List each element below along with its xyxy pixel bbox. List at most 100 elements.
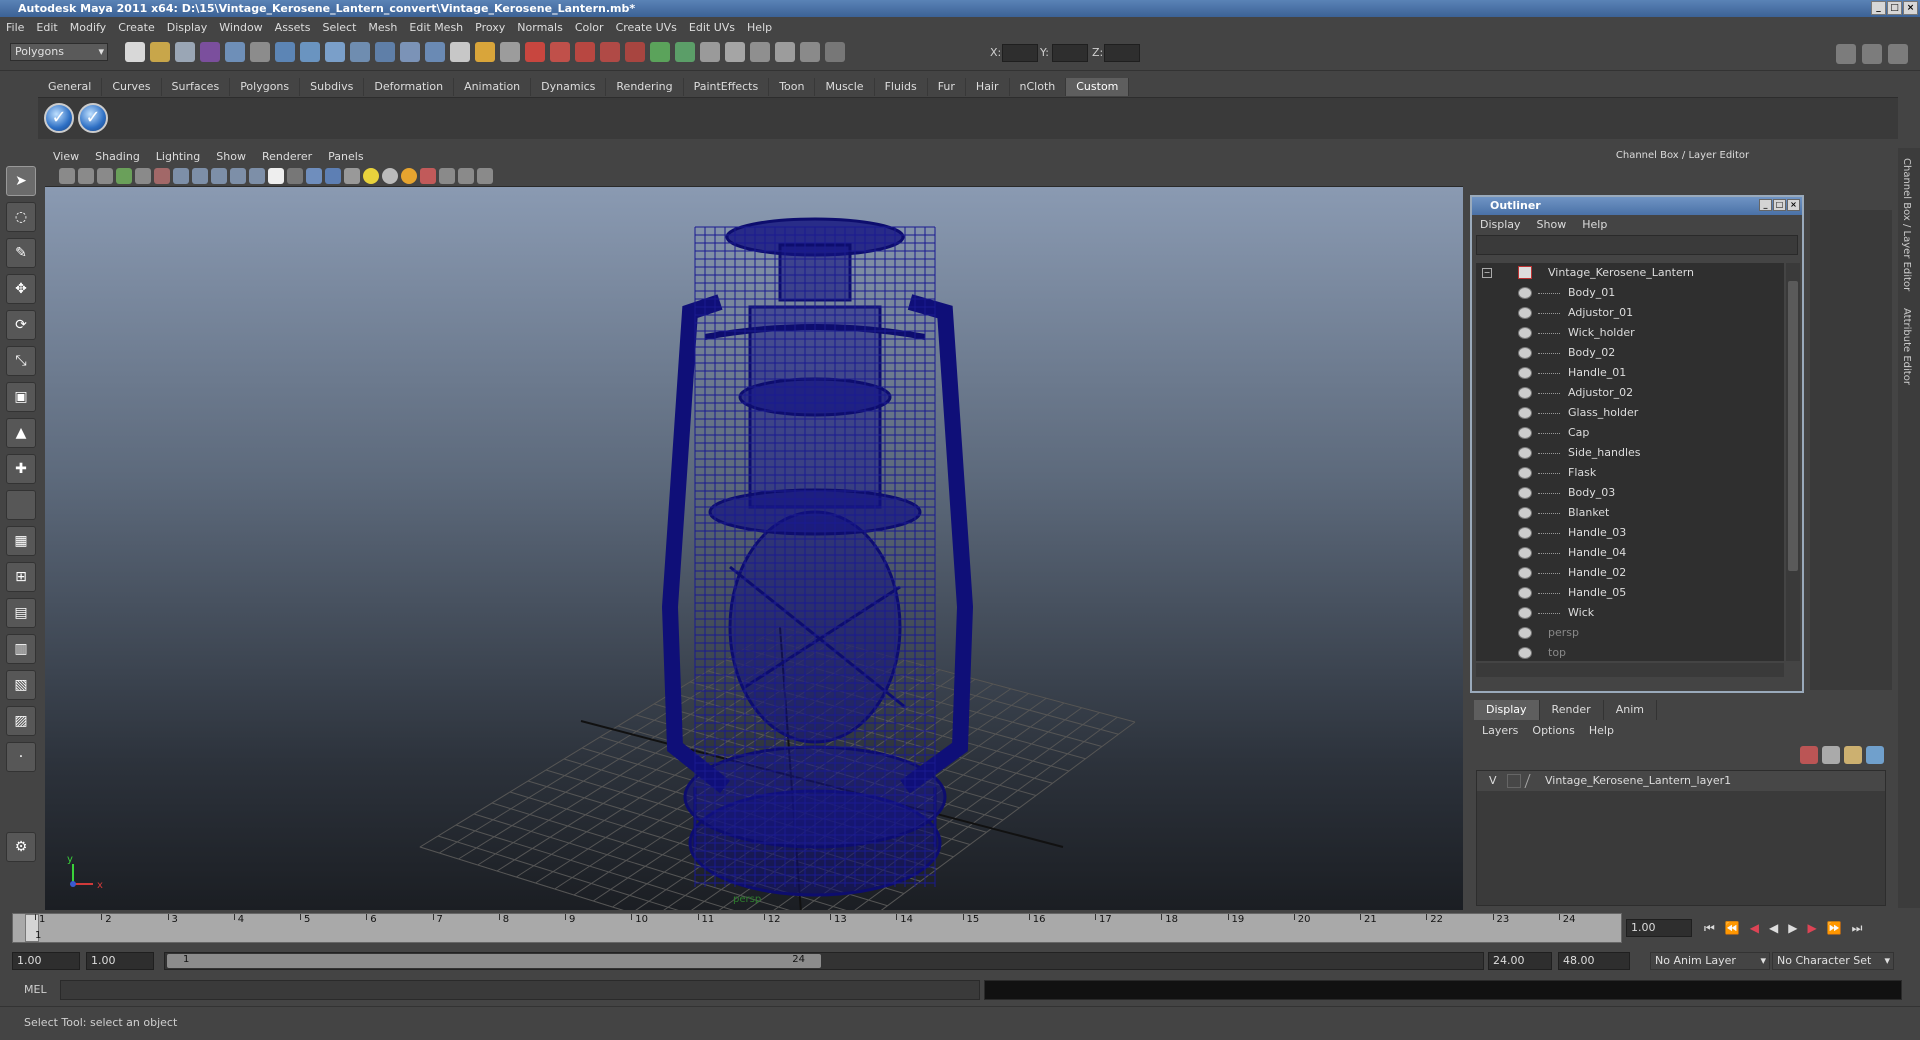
render-settings-icon[interactable] — [800, 42, 820, 62]
outliner-item[interactable]: Handle_05 — [1476, 583, 1784, 603]
help-question-icon[interactable] — [450, 42, 470, 62]
shelf-tab-ncloth[interactable]: nCloth — [1010, 78, 1067, 96]
textured-icon[interactable] — [230, 168, 246, 184]
new-layer-icon[interactable] — [1822, 746, 1840, 764]
y-field[interactable] — [1052, 44, 1088, 62]
menu-create[interactable]: Create — [118, 21, 155, 34]
outliner-item[interactable]: Blanket — [1476, 503, 1784, 523]
outliner-item[interactable]: Body_02 — [1476, 343, 1784, 363]
layer-tab-display[interactable]: Display — [1474, 700, 1540, 720]
cube-flat-icon[interactable] — [325, 168, 341, 184]
script-editor-icon[interactable]: ⚙ — [6, 832, 36, 862]
outliner-menu-display[interactable]: Display — [1480, 218, 1521, 231]
outliner-item[interactable]: Wick_holder — [1476, 323, 1784, 343]
outliner-item[interactable]: Wick — [1476, 603, 1784, 623]
outliner-item[interactable]: Adjustor_02 — [1476, 383, 1784, 403]
character-set-dropdown[interactable]: No Character Set ▾ — [1772, 952, 1894, 970]
menu-help[interactable]: Help — [747, 21, 772, 34]
anim-layer-dropdown[interactable]: No Anim Layer ▾ — [1650, 952, 1770, 970]
toggle-channel-box-icon[interactable] — [1888, 44, 1908, 64]
shelf-tab-custom[interactable]: Custom — [1066, 78, 1130, 96]
outliner-camera-item[interactable]: persp — [1476, 623, 1784, 643]
layer-visibility-toggle[interactable]: V — [1489, 771, 1497, 791]
outliner-item[interactable]: Handle_02 — [1476, 563, 1784, 583]
layer-menu-help[interactable]: Help — [1589, 724, 1614, 737]
select-joints-icon[interactable] — [300, 42, 320, 62]
camera-attributes-icon[interactable] — [78, 168, 94, 184]
outliner-item[interactable]: Flask — [1476, 463, 1784, 483]
shelf-check-icon-1[interactable]: ✓ — [44, 103, 74, 133]
close-button[interactable]: × — [1903, 1, 1918, 15]
step-forward-frame-icon[interactable]: ▶ — [1807, 921, 1816, 936]
current-frame-field[interactable]: 1.00 — [1626, 919, 1692, 937]
outliner-item[interactable]: Body_03 — [1476, 483, 1784, 503]
layout-four-icon[interactable]: ⊞ — [6, 562, 36, 592]
menu-modify[interactable]: Modify — [70, 21, 106, 34]
viewport-menu-lighting[interactable]: Lighting — [156, 150, 200, 163]
select-handles-icon[interactable] — [275, 42, 295, 62]
viewport-menu-view[interactable]: View — [53, 150, 79, 163]
select-component-icon[interactable] — [250, 42, 270, 62]
shelf-tab-painteffects[interactable]: PaintEffects — [684, 78, 770, 96]
save-scene-icon[interactable] — [175, 42, 195, 62]
make-live-icon[interactable] — [625, 42, 645, 62]
lights-icon[interactable] — [249, 168, 265, 184]
layer-tab-anim[interactable]: Anim — [1604, 700, 1657, 720]
shelf-tab-toon[interactable]: Toon — [769, 78, 816, 96]
step-back-key-icon[interactable]: ⏪ — [1725, 921, 1740, 936]
viewport-menu-panels[interactable]: Panels — [328, 150, 363, 163]
step-forward-key-icon[interactable]: ⏩ — [1827, 921, 1842, 936]
side-tab-attribute-editor[interactable]: Attribute Editor — [1901, 308, 1912, 385]
shelf-tab-deformation[interactable]: Deformation — [364, 78, 455, 96]
layout-more-icon[interactable]: · — [6, 742, 36, 772]
outliner-item[interactable]: Handle_01 — [1476, 363, 1784, 383]
layout-outliner-icon[interactable]: ▤ — [6, 598, 36, 628]
command-input[interactable] — [60, 980, 980, 1000]
universal-manipulator-icon[interactable]: ▣ — [6, 382, 36, 412]
render-current-icon[interactable] — [750, 42, 770, 62]
select-dynamics-icon[interactable] — [400, 42, 420, 62]
isolate-icon[interactable] — [268, 168, 284, 184]
range-slider[interactable]: 1 24 — [164, 952, 1484, 970]
toggle-tool-settings-icon[interactable] — [1862, 44, 1882, 64]
outliner-titlebar[interactable]: Outliner _ □ × — [1472, 197, 1802, 215]
outliner-item[interactable]: Side_handles — [1476, 443, 1784, 463]
shelf-tab-dynamics[interactable]: Dynamics — [531, 78, 607, 96]
open-scene-icon[interactable] — [150, 42, 170, 62]
viewport-menu-show[interactable]: Show — [216, 150, 246, 163]
mode-dropdown[interactable]: Polygons ▾ — [10, 43, 108, 61]
x-field[interactable] — [1002, 44, 1038, 62]
shelf-tab-curves[interactable]: Curves — [102, 78, 162, 96]
outliner-item[interactable]: Handle_03 — [1476, 523, 1784, 543]
snap-point-icon[interactable] — [575, 42, 595, 62]
construction-history-icon[interactable] — [700, 42, 720, 62]
collapse-icon[interactable]: − — [1482, 268, 1492, 278]
outliner-item[interactable]: Glass_holder — [1476, 403, 1784, 423]
shelf-tab-surfaces[interactable]: Surfaces — [162, 78, 231, 96]
menu-edit[interactable]: Edit — [36, 21, 57, 34]
camera-select-icon[interactable] — [59, 168, 75, 184]
go-to-end-icon[interactable]: ⏭ — [1852, 921, 1863, 936]
go-to-start-icon[interactable]: ⏮ — [1704, 921, 1715, 936]
frame-selected-icon[interactable] — [458, 168, 474, 184]
paint-select-tool-icon[interactable]: ✎ — [6, 238, 36, 268]
play-forward-icon[interactable]: ▶ — [1788, 921, 1797, 936]
select-hierarchy-icon[interactable] — [200, 42, 220, 62]
viewport-menu-renderer[interactable]: Renderer — [262, 150, 312, 163]
play-backward-icon[interactable]: ◀ — [1769, 921, 1778, 936]
outliner-item[interactable]: Body_01 — [1476, 283, 1784, 303]
lock-selection-icon[interactable] — [475, 42, 495, 62]
bookmark-icon[interactable] — [97, 168, 113, 184]
outliner-item[interactable]: Handle_04 — [1476, 543, 1784, 563]
outliner-hscrollbar[interactable] — [1476, 663, 1784, 677]
move-tool-icon[interactable]: ✥ — [6, 274, 36, 304]
menu-edit-mesh[interactable]: Edit Mesh — [409, 21, 463, 34]
layout-hypershade-icon[interactable]: ▧ — [6, 670, 36, 700]
outliner-minimize-button[interactable]: _ — [1759, 199, 1772, 211]
new-layer-selected-icon[interactable] — [1800, 746, 1818, 764]
snap-grid-icon[interactable] — [525, 42, 545, 62]
start-time-field[interactable]: 1.00 — [12, 952, 80, 970]
shelf-tab-hair[interactable]: Hair — [966, 78, 1010, 96]
move-down-layer-icon[interactable] — [1866, 746, 1884, 764]
last-tool-icon[interactable] — [6, 490, 36, 520]
